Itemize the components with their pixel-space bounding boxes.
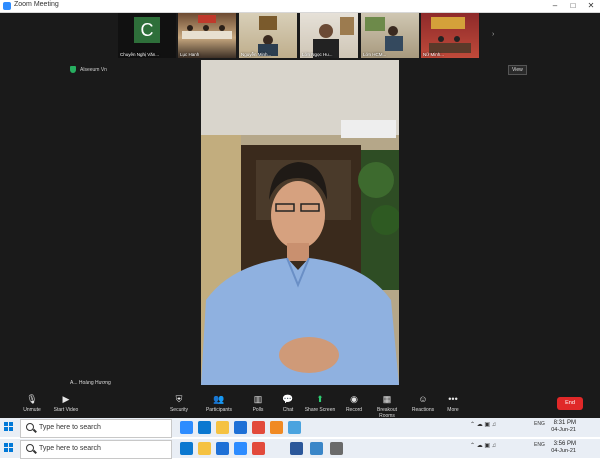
shield-icon: ⛨ (175, 394, 183, 404)
window-title: Zoom Meeting (14, 1, 59, 8)
participants-button[interactable]: 👥 Participants (202, 393, 236, 413)
smile-icon: ☺ (418, 394, 428, 404)
participant-name: Lục Hanh (180, 52, 200, 57)
more-button[interactable]: ••• More (436, 393, 470, 413)
clock-time: 8:31 PM (553, 420, 576, 426)
participant-tile-5[interactable]: Lớn HCM... (361, 13, 419, 58)
taskbar-primary: Type here to search ⌃ ☁ ▣ ♫ ENG 8:31 PM … (0, 418, 600, 438)
grid-icon: ▦ (382, 394, 392, 404)
security-button[interactable]: ⛨ Security (162, 393, 196, 413)
people-icon: 👥 (213, 394, 225, 404)
breakout-rooms-button[interactable]: ▦ Breakout Rooms (370, 393, 404, 419)
participant-name: Lớn HCM... (363, 52, 387, 57)
chat-label: Chat (282, 407, 294, 413)
mail-taskbar-icon[interactable] (234, 421, 247, 434)
share-screen-icon: ⬆ (316, 394, 324, 404)
record-icon: ◉ (350, 394, 358, 404)
title-bar: Zoom Meeting – □ ✕ (0, 0, 600, 13)
reactions-button[interactable]: ☺ Reactions (406, 393, 440, 413)
shield-icon (70, 66, 76, 73)
clock-date: 04-Jun-21 (551, 427, 576, 433)
participant-avatar: C (134, 17, 160, 43)
chat-button[interactable]: 💬 Chat (271, 393, 305, 413)
video-off-icon: ▶ (62, 394, 70, 404)
app-taskbar-icon[interactable] (288, 421, 301, 434)
file-explorer-taskbar-icon[interactable] (216, 421, 229, 434)
taskbar-clock[interactable]: 8:31 PM 04-Jun-21 (551, 420, 576, 434)
reactions-label: Reactions (411, 407, 435, 413)
chrome-taskbar-icon[interactable] (252, 442, 265, 455)
share-screen-label: Share Screen (304, 407, 336, 413)
app-taskbar-icon[interactable] (330, 442, 343, 455)
zoom-app-icon (3, 2, 11, 10)
mail-taskbar-icon[interactable] (216, 442, 229, 455)
maximize-button[interactable]: □ (566, 0, 580, 12)
share-screen-button[interactable]: ⬆ Share Screen (303, 393, 337, 413)
zoom-taskbar-icon[interactable] (234, 442, 247, 455)
clock-time: 3:56 PM (553, 441, 576, 447)
file-explorer-taskbar-icon[interactable] (198, 442, 211, 455)
participant-tile-1[interactable]: C Chuyên Nghị Văn... (118, 13, 176, 58)
clock-date: 04-Jun-21 (551, 448, 576, 454)
system-tray-icons[interactable]: ⌃ ☁ ▣ ♫ (470, 421, 496, 428)
search-placeholder: Type here to search (39, 445, 101, 452)
participant-tile-6[interactable]: Nữ Minh... (421, 13, 479, 58)
mic-muted-icon: 🎙 (26, 394, 38, 404)
word-taskbar-icon[interactable] (290, 442, 303, 455)
chat-icon: 💬 (282, 394, 294, 404)
search-icon (26, 444, 34, 452)
minimize-button[interactable]: – (548, 0, 562, 12)
edge-taskbar-icon[interactable] (180, 442, 193, 455)
language-indicator[interactable]: ENG (534, 421, 545, 427)
participant-name: Lớn Ngọc Hu... (302, 52, 333, 57)
speaker-name-label: A... Hoàng Hương (70, 380, 111, 386)
record-button[interactable]: ◉ Record (337, 393, 371, 413)
meeting-info[interactable]: Alseeum Vn (70, 66, 107, 73)
record-label: Record (345, 407, 363, 413)
taskbar-clock[interactable]: 3:56 PM 04-Jun-21 (551, 441, 576, 455)
participants-label: Participants (205, 407, 233, 413)
participant-name: Nguyễn Minh... (241, 52, 272, 57)
search-placeholder: Type here to search (39, 424, 101, 431)
meeting-info-label: Alseeum Vn (80, 66, 107, 73)
start-button[interactable] (4, 443, 14, 453)
zoom-taskbar-icon[interactable] (180, 421, 193, 434)
close-button[interactable]: ✕ (584, 0, 598, 12)
more-label: More (447, 407, 459, 413)
unmute-label: Unmute (23, 407, 41, 413)
participant-tile-4[interactable]: Lớn Ngọc Hu... (300, 13, 358, 58)
start-video-button[interactable]: ▶ Start Video (49, 393, 83, 413)
polls-button[interactable]: ▥ Polls (241, 393, 275, 413)
system-tray-icons[interactable]: ⌃ ☁ ▣ ♫ (470, 442, 496, 449)
view-button[interactable]: View (508, 65, 527, 75)
start-video-label: Start Video (53, 407, 79, 413)
meeting-area: C Chuyên Nghị Văn... Lục Hanh Nguyễn Min… (0, 13, 600, 419)
bar-chart-icon: ▥ (253, 394, 263, 404)
start-button[interactable] (4, 422, 14, 432)
app-taskbar-icon[interactable] (270, 421, 283, 434)
participant-name: Chuyên Nghị Văn... (120, 52, 160, 57)
participant-tile-2[interactable]: Lục Hanh (178, 13, 236, 58)
end-meeting-button[interactable]: End (557, 397, 583, 410)
edge-taskbar-icon[interactable] (198, 421, 211, 434)
search-icon (26, 423, 34, 431)
more-icon: ••• (448, 394, 458, 404)
participant-tile-3[interactable]: Nguyễn Minh... (239, 13, 297, 58)
taskbar-secondary: Type here to search ⌃ ☁ ▣ ♫ ENG 3:56 PM … (0, 439, 600, 459)
taskbar-search-box[interactable]: Type here to search (20, 440, 172, 459)
speaker-video-image (201, 60, 399, 385)
meeting-toolbar: 🎙 Unmute ▶ Start Video ⛨ Security 👥 Part… (0, 391, 600, 419)
participant-name: Nữ Minh... (423, 52, 445, 57)
polls-label: Polls (252, 407, 264, 413)
next-page-arrow-icon[interactable]: › (492, 31, 498, 39)
app-taskbar-icon[interactable] (310, 442, 323, 455)
taskbar-search-box[interactable]: Type here to search (20, 419, 172, 438)
active-speaker-video (201, 60, 399, 385)
unmute-button[interactable]: 🎙 Unmute (15, 393, 49, 413)
security-label: Security (169, 407, 189, 413)
chrome-taskbar-icon[interactable] (252, 421, 265, 434)
language-indicator[interactable]: ENG (534, 442, 545, 448)
